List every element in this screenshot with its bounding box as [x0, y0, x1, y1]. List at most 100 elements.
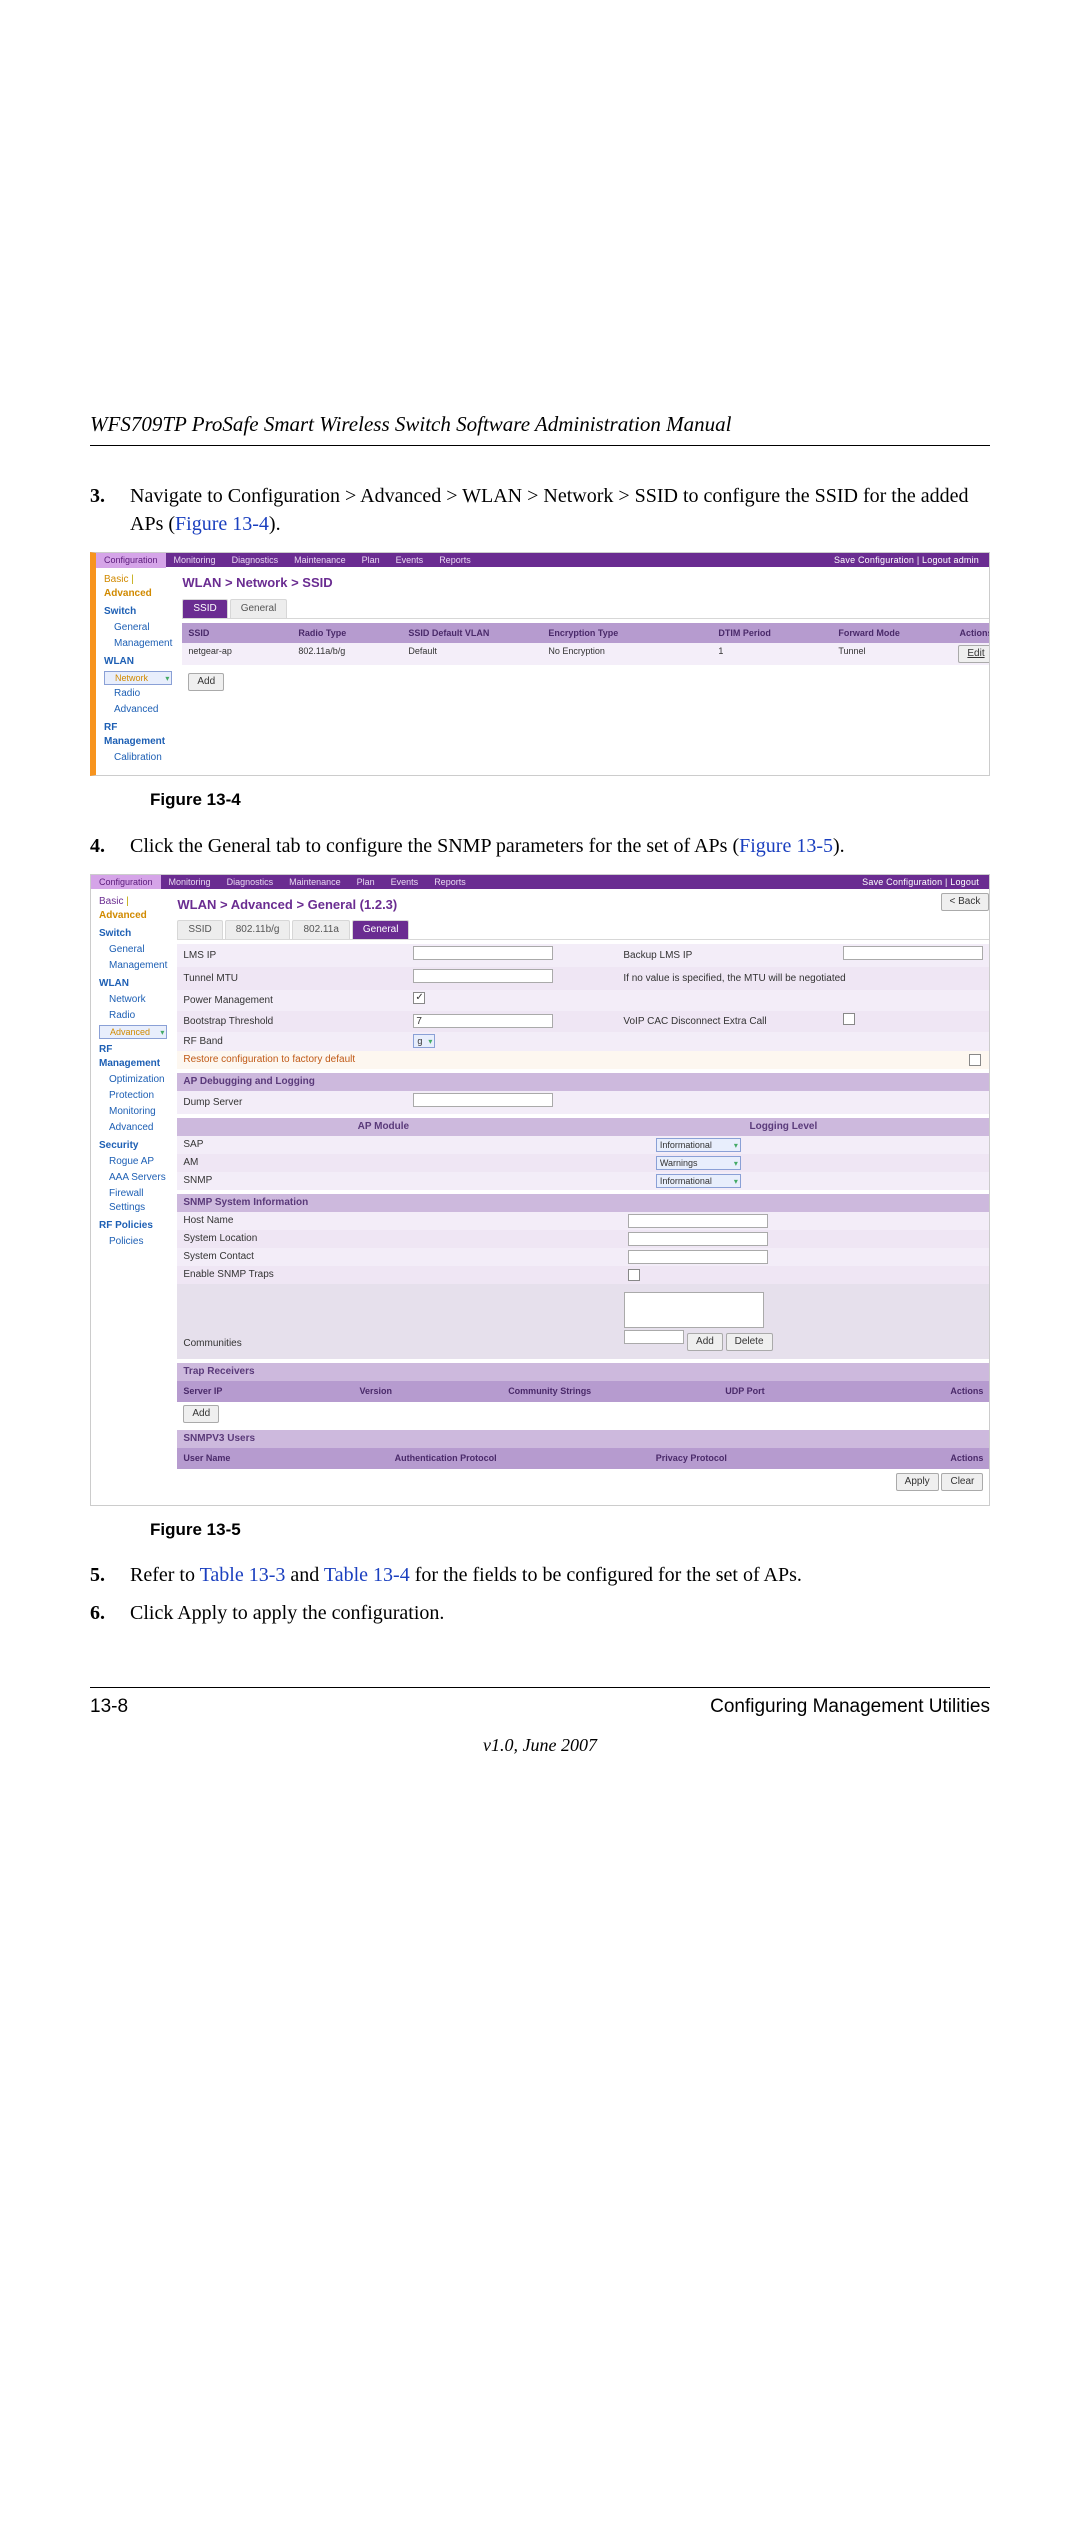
- lbl-enable-traps: Enable SNMP Traps: [183, 1268, 413, 1282]
- sidebar-item-radio[interactable]: Radio: [104, 687, 172, 701]
- sidebar-advanced-link[interactable]: Advanced: [99, 910, 147, 921]
- sidebar-item-management[interactable]: Management: [104, 637, 172, 651]
- nav-tab-diagnostics[interactable]: Diagnostics: [219, 875, 282, 890]
- select-snmp-level[interactable]: Informational: [656, 1174, 741, 1188]
- input-syslocation[interactable]: [628, 1232, 768, 1246]
- sidebar-group-rf-policies: RF Policies: [99, 1219, 167, 1233]
- sidebar-item-advanced[interactable]: Advanced: [104, 703, 172, 717]
- separator: |: [126, 896, 129, 907]
- sidebar-item-firewall[interactable]: Firewall Settings: [99, 1187, 167, 1215]
- nav-tab-monitoring[interactable]: Monitoring: [161, 875, 219, 890]
- nav-tab-reports[interactable]: Reports: [431, 553, 479, 568]
- sidebar-item-aaa-servers[interactable]: AAA Servers: [99, 1171, 167, 1185]
- top-right-links[interactable]: Save Configuration | Logout admin: [834, 554, 989, 567]
- sidebar-item-general[interactable]: General: [99, 943, 167, 957]
- add-button[interactable]: Add: [188, 673, 224, 691]
- nav-tab-reports[interactable]: Reports: [426, 875, 474, 890]
- sidebar-group-wlan: WLAN: [104, 655, 172, 669]
- main-panel: WLAN > Network > SSID SSID General SSID …: [178, 567, 990, 775]
- subtab-ssid[interactable]: SSID: [177, 920, 222, 939]
- lbl-backup-lms-ip: Backup LMS IP: [623, 949, 843, 963]
- lbl-power-mgmt: Power Management: [183, 994, 413, 1008]
- sidebar-item-network[interactable]: Network: [104, 671, 172, 685]
- figure-link[interactable]: Figure 13-5: [739, 835, 833, 857]
- cell-radio-type: 802.11a/b/g: [292, 643, 402, 665]
- chk-power-mgmt[interactable]: ✓: [413, 992, 425, 1004]
- sidebar-item-policies[interactable]: Policies: [99, 1235, 167, 1249]
- nav-tab-monitoring[interactable]: Monitoring: [166, 553, 224, 568]
- sidebar-basic-link[interactable]: Basic: [104, 574, 128, 585]
- lbl-snmp: SNMP: [183, 1174, 413, 1188]
- back-button[interactable]: < Back: [941, 893, 990, 911]
- subtab-80211bg[interactable]: 802.11b/g: [225, 920, 291, 939]
- subtab-general[interactable]: General: [352, 920, 410, 939]
- nav-tab-configuration[interactable]: Configuration: [96, 553, 166, 568]
- table-link-1[interactable]: Table 13-3: [200, 1564, 286, 1586]
- subtab-80211a[interactable]: 802.11a: [292, 920, 349, 939]
- nav-tab-diagnostics[interactable]: Diagnostics: [224, 553, 287, 568]
- nav-tab-plan[interactable]: Plan: [354, 553, 388, 568]
- sidebar-item-network[interactable]: Network: [99, 993, 167, 1007]
- sidebar-item-radio[interactable]: Radio: [99, 1009, 167, 1023]
- sidebar-item-protection[interactable]: Protection: [99, 1089, 167, 1103]
- sidebar-item-rogue-ap[interactable]: Rogue AP: [99, 1155, 167, 1169]
- chk-voip-cac[interactable]: [843, 1013, 855, 1025]
- select-am-level[interactable]: Warnings: [656, 1156, 741, 1170]
- step-text: Navigate to Configuration > Advanced > W…: [130, 482, 990, 538]
- clear-button[interactable]: Clear: [941, 1473, 983, 1491]
- input-communities-list[interactable]: [624, 1292, 764, 1328]
- step-number: 6.: [90, 1599, 130, 1627]
- sidebar-item-general[interactable]: General: [104, 621, 172, 635]
- ssid-table-header: SSID Radio Type SSID Default VLAN Encryp…: [182, 623, 990, 644]
- select-rf-band[interactable]: g: [413, 1034, 435, 1048]
- nav-tab-events[interactable]: Events: [383, 875, 427, 890]
- input-dump-server[interactable]: [413, 1093, 553, 1107]
- sidebar-item-management[interactable]: Management: [99, 959, 167, 973]
- restore-factory-link[interactable]: Restore configuration to factory default: [177, 1051, 361, 1069]
- chk-restore[interactable]: [969, 1054, 981, 1066]
- col-version: Version: [353, 1383, 502, 1400]
- section-module-header: AP ModuleLogging Level: [177, 1118, 989, 1136]
- sidebar-item-optimization[interactable]: Optimization: [99, 1073, 167, 1087]
- delete-community-button[interactable]: Delete: [726, 1333, 773, 1351]
- sidebar-basic-link[interactable]: Basic: [99, 896, 123, 907]
- add-community-button[interactable]: Add: [687, 1333, 723, 1351]
- input-lms-ip[interactable]: [413, 946, 553, 960]
- top-right-links[interactable]: Save Configuration | Logout: [862, 876, 989, 889]
- input-syscontact[interactable]: [628, 1250, 768, 1264]
- lbl-communities: Communities: [183, 1337, 413, 1351]
- col-dtim-period: DTIM Period: [712, 625, 832, 642]
- col-actions: Actions: [878, 1450, 990, 1467]
- nav-tab-maintenance[interactable]: Maintenance: [281, 875, 349, 890]
- input-bootstrap[interactable]: 7: [413, 1014, 553, 1028]
- sidebar-item-advanced[interactable]: Advanced: [99, 1025, 167, 1039]
- input-community-new[interactable]: [624, 1330, 684, 1344]
- sidebar-item-calibration[interactable]: Calibration: [104, 751, 172, 765]
- figure-link[interactable]: Figure 13-4: [175, 513, 269, 535]
- section-snmp-sys: SNMP System Information: [177, 1194, 989, 1212]
- table-link-2[interactable]: Table 13-4: [324, 1564, 410, 1586]
- lbl-voip-cac: VoIP CAC Disconnect Extra Call: [623, 1015, 843, 1029]
- chk-enable-traps[interactable]: [628, 1269, 640, 1281]
- subtab-ssid[interactable]: SSID: [182, 599, 227, 618]
- col-ssid: SSID: [182, 625, 292, 642]
- cell-dtim: 1: [712, 643, 832, 665]
- nav-tab-configuration[interactable]: Configuration: [91, 875, 161, 890]
- nav-tab-plan[interactable]: Plan: [349, 875, 383, 890]
- input-tunnel-mtu[interactable]: [413, 969, 553, 983]
- subtab-general[interactable]: General: [230, 599, 288, 618]
- select-sap-level[interactable]: Informational: [656, 1138, 741, 1152]
- edit-button[interactable]: Edit: [958, 645, 990, 663]
- sidebar-item-monitoring[interactable]: Monitoring: [99, 1105, 167, 1119]
- step-3: 3. Navigate to Configuration > Advanced …: [90, 482, 990, 538]
- ssid-table-row: netgear-ap 802.11a/b/g Default No Encryp…: [182, 643, 990, 665]
- apply-button[interactable]: Apply: [896, 1473, 939, 1491]
- col-priv-protocol: Privacy Protocol: [650, 1450, 878, 1467]
- sidebar-advanced-link[interactable]: Advanced: [104, 588, 152, 599]
- nav-tab-events[interactable]: Events: [388, 553, 432, 568]
- add-trap-button[interactable]: Add: [183, 1405, 219, 1423]
- input-hostname[interactable]: [628, 1214, 768, 1228]
- nav-tab-maintenance[interactable]: Maintenance: [286, 553, 354, 568]
- input-backup-lms-ip[interactable]: [843, 946, 983, 960]
- sidebar-item-rf-advanced[interactable]: Advanced: [99, 1121, 167, 1135]
